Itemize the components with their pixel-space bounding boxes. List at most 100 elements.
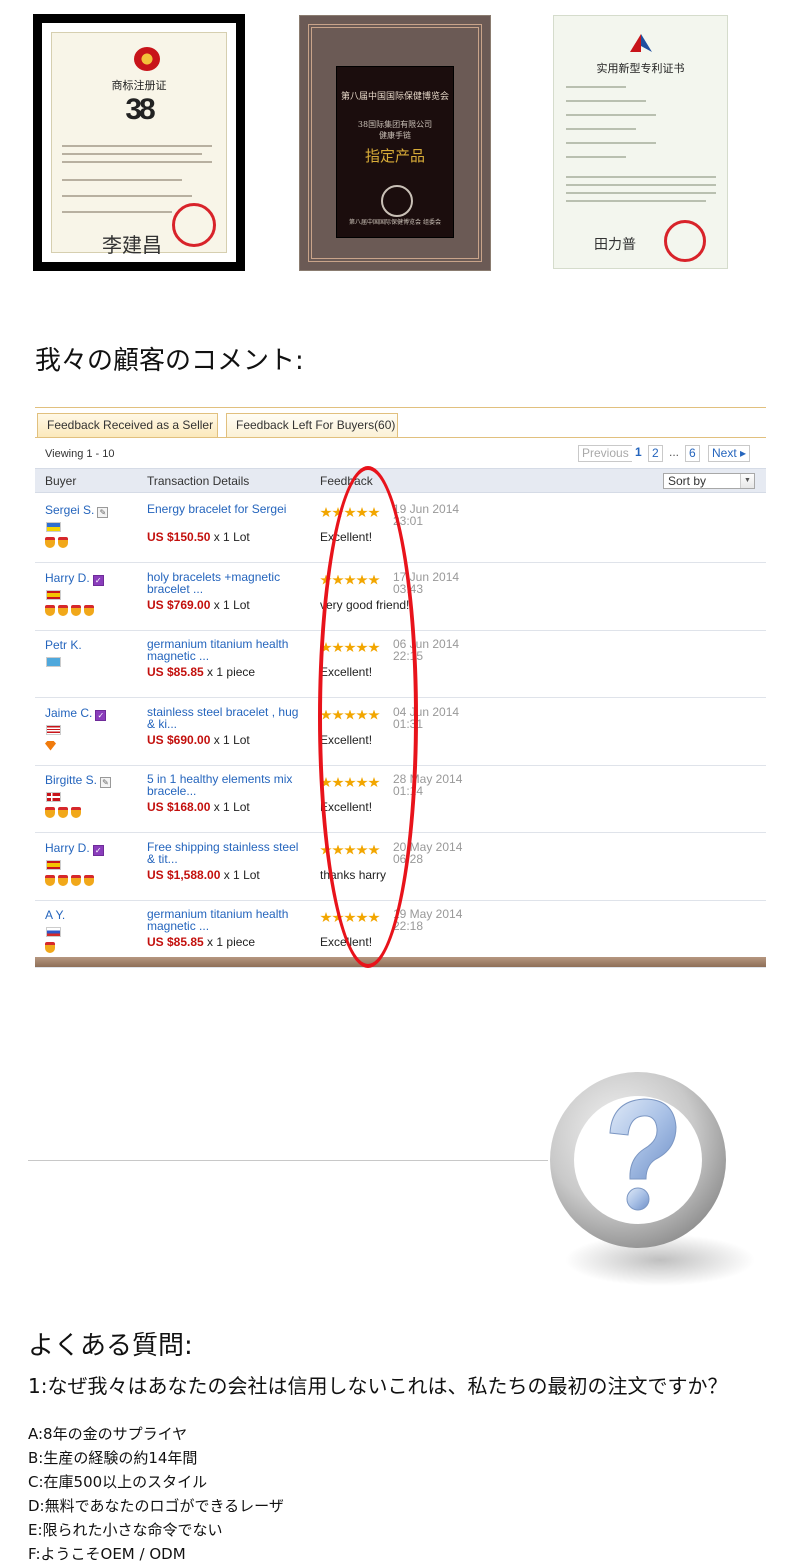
buyer-rank-medals <box>45 537 71 549</box>
country-flag-icon <box>46 522 61 532</box>
patent-signature: 田力普 <box>594 237 636 253</box>
certificate-signature: 李建昌 <box>102 233 162 257</box>
medal-icon <box>58 604 68 616</box>
verified-badge-icon: ✓ <box>92 574 104 586</box>
medal-icon <box>58 874 68 886</box>
medal-icon <box>58 537 68 548</box>
column-transaction-details: Transaction Details <box>147 474 250 488</box>
page-2-link[interactable]: 2 <box>648 445 663 462</box>
buyer-link[interactable]: Harry D. ✓ <box>45 841 104 856</box>
award-plaque: 第八届中国国际保健博览会 38国际集团有限公司 健康手链 指定产品 第八届中国国际… <box>336 66 454 238</box>
buyer-rank-medals <box>45 604 97 617</box>
medal-icon <box>71 874 81 886</box>
section-divider <box>28 1160 548 1161</box>
verified-badge-icon: ✓ <box>92 844 104 856</box>
country-flag-icon <box>46 792 61 802</box>
faq-answer-list: A:8年の金のサプライヤ B:生産の経験の約14年間 C:在庫500以上のスタイ… <box>28 1422 284 1565</box>
medal-icon <box>58 807 68 818</box>
patent-certificate-title: 实用新型专利证书 <box>596 62 685 75</box>
faq-heading: よくある質問: <box>28 1331 193 1361</box>
customer-comments-heading: 我々の顧客のコメント: <box>35 346 304 376</box>
transaction-price: US $150.50 x 1 Lot <box>147 530 250 544</box>
star-icon <box>320 912 332 923</box>
buyer-rank-medals <box>45 874 97 887</box>
tab-feedback-left[interactable]: Feedback Left For Buyers(60) <box>226 413 398 437</box>
buyer-rank-medals <box>45 740 56 752</box>
chevron-right-icon: ▸ <box>740 446 747 460</box>
faq-answer-item: F:ようこそOEM / ODM <box>28 1545 186 1563</box>
page-1-link[interactable]: 1 <box>632 445 645 462</box>
medal-icon <box>71 807 81 818</box>
patent-certificate-image: 实用新型专利证书 田力普 <box>553 15 728 269</box>
page-6-link[interactable]: 6 <box>685 445 700 462</box>
medal-icon <box>45 874 55 886</box>
tab-feedback-received[interactable]: Feedback Received as a Seller <box>37 413 218 437</box>
faq-answer-item: B:生産の経験の約14年間 <box>28 1449 198 1467</box>
buyer-link[interactable]: Petr K. <box>45 638 82 652</box>
faq-answer-item: E:限られた小さな命令でない <box>28 1521 223 1539</box>
award-plaque-image: 第八届中国国际保健博览会 38国际集团有限公司 健康手链 指定产品 第八届中国国际… <box>299 15 491 271</box>
product-link[interactable]: germanium titanium health magnetic ... <box>147 638 307 662</box>
buyer-rank-medals <box>45 807 84 819</box>
award-footer: 第八届中国国际保健博览会 组委会 <box>349 219 441 226</box>
medal-icon <box>84 604 94 616</box>
buyer-link[interactable]: Harry D. ✓ <box>45 571 104 586</box>
transaction-price: US $1,588.00 x 1 Lot <box>147 867 260 882</box>
brand-logo: 38 <box>125 93 155 126</box>
buyer-link[interactable]: Birgitte S. ✎ <box>45 773 112 788</box>
country-flag-icon <box>46 589 61 600</box>
medal-icon <box>45 537 55 548</box>
medal-icon <box>45 604 55 616</box>
faq-answer-item: A:8年の金のサプライヤ <box>28 1425 188 1443</box>
award-title: 第八届中国国际保健博览会 <box>340 92 449 102</box>
award-seal-icon <box>381 185 413 217</box>
product-link[interactable]: stainless steel bracelet , hug & ki... <box>147 706 307 730</box>
diamond-icon <box>45 740 56 751</box>
buyer-link[interactable]: Jaime C. ✓ <box>45 706 107 721</box>
product-link[interactable]: 5 in 1 healthy elements mix bracele... <box>147 773 307 797</box>
sort-by-select[interactable]: Sort by ▼ <box>663 473 755 489</box>
previous-page-button[interactable]: Previous <box>578 445 633 462</box>
viewing-count: Viewing 1 - 10 <box>45 448 115 460</box>
award-company: 38国际集团有限公司 健康手链 <box>357 120 433 140</box>
pagination-ellipsis: ... <box>666 445 683 462</box>
product-link[interactable]: holy bracelets +magnetic bracelet ... <box>147 571 307 595</box>
column-buyer: Buyer <box>45 474 77 488</box>
product-link[interactable]: germanium titanium health magnetic ... <box>147 908 307 932</box>
chevron-down-icon: ▼ <box>740 474 754 488</box>
pagination: Previous 1 2 ... 6 Next ▸ <box>578 445 758 462</box>
transaction-price: US $690.00 x 1 Lot <box>147 732 250 747</box>
table-header: Buyer Transaction Details Feedback Sort … <box>35 468 766 493</box>
question-mark-icon <box>550 1072 755 1286</box>
product-link[interactable]: Energy bracelet for Sergei <box>147 503 307 515</box>
transaction-price: US $769.00 x 1 Lot <box>147 597 250 612</box>
medal-icon <box>45 807 55 818</box>
award-gold-text: 指定产品 <box>364 147 425 165</box>
buyer-link[interactable]: Sergei S. ✎ <box>45 503 109 518</box>
medal-icon <box>84 874 94 886</box>
verified-badge-icon: ✓ <box>95 709 107 721</box>
edit-icon: ✎ <box>97 507 109 518</box>
star-icon <box>320 507 332 518</box>
edit-icon: ✎ <box>100 777 112 788</box>
faq-question-1: 1:なぜ我々はあなたの会社は信用しないこれは、私たちの最初の注文ですか？ <box>28 1374 728 1398</box>
buyer-rank-medals <box>45 942 58 954</box>
feedback-highlight-ellipse <box>318 466 418 968</box>
country-flag-icon <box>46 657 61 667</box>
next-page-button[interactable]: Next ▸ <box>708 445 751 462</box>
faq-answer-item: C:在庫500以上のスタイル <box>28 1473 208 1491</box>
faq-answer-item: D:無料であなたのロゴができるレーザ <box>28 1497 284 1515</box>
medal-icon <box>45 942 55 953</box>
buyer-link[interactable]: A Y. <box>45 908 65 922</box>
product-link[interactable]: Free shipping stainless steel & tit... <box>147 841 307 865</box>
red-seal-icon <box>664 220 706 262</box>
red-seal-icon <box>172 203 216 247</box>
feedback-date: 19 Jun 2014 23:01 <box>393 502 460 528</box>
trademark-certificate-title: 商标注册证 <box>111 79 167 92</box>
patent-office-logo-icon <box>630 34 652 52</box>
medal-icon <box>71 604 81 616</box>
country-flag-icon <box>46 859 61 870</box>
country-flag-icon <box>46 724 61 735</box>
trademark-certificate-image: 商标注册证 38 李建昌 <box>33 14 245 271</box>
feedback-date: 19 May 2014 22:18 <box>393 907 463 933</box>
